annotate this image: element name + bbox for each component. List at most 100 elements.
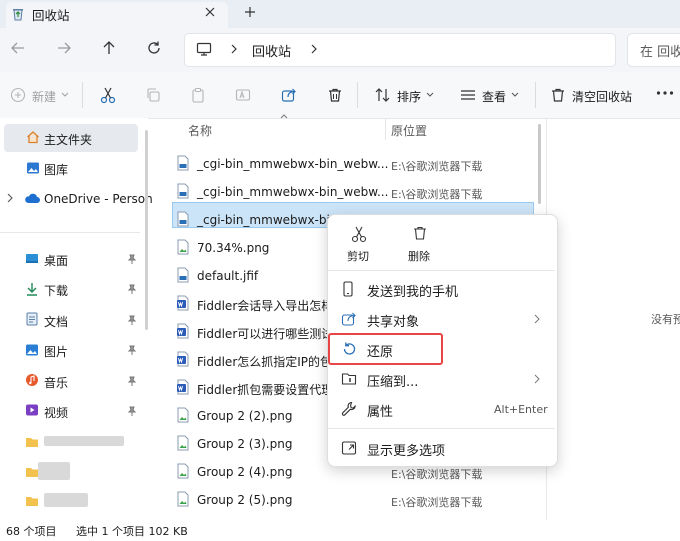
word-file-icon [176,323,190,339]
file-name[interactable]: _cgi-bin_mmwebwx-bin_webw... [197,157,388,171]
divider [0,232,140,233]
pin-icon[interactable] [127,376,137,386]
file-icon [176,183,190,199]
file-location: E:\谷歌浏览器下载 [391,468,483,481]
divider [328,270,555,271]
new-tab-icon[interactable] [243,5,257,19]
home-icon [26,130,40,144]
sidebar-item-downloads[interactable]: 下载 [44,282,68,299]
pin-icon[interactable] [127,315,137,325]
address-segment[interactable]: 回收站 [252,41,291,60]
compress-item[interactable]: 压缩到... [367,371,418,390]
column-header-location[interactable]: 原位置 [391,122,427,139]
paste-icon[interactable] [190,87,206,103]
file-name[interactable]: Group 2 (2).png [197,409,292,423]
search-placeholder: 在 回收 [640,45,680,60]
properties-item[interactable]: 属性 [367,401,393,420]
chevron-right-icon [533,314,541,324]
more-icon[interactable] [656,90,674,96]
refresh-icon[interactable] [146,40,162,56]
sort-up-icon [280,114,288,119]
share-icon[interactable] [281,87,297,103]
folder-icon [25,495,39,507]
file-name[interactable]: Group 2 (5).png [197,493,292,507]
sidebar-item-documents[interactable]: 文档 [44,313,68,330]
file-name[interactable]: 70.34%.png [197,241,269,255]
share-item[interactable]: 共享对象 [367,311,419,330]
delete-button[interactable]: 删除 [408,248,430,264]
selection-info: 选中 1 个项目 102 KB [76,525,188,538]
copy-icon[interactable] [145,87,161,103]
empty-bin-icon[interactable] [550,87,566,103]
delete-icon[interactable] [327,87,343,103]
sidebar-item-music[interactable]: 音乐 [44,374,68,391]
divider [535,82,536,108]
image-file-icon [176,239,190,255]
file-icon [176,211,190,227]
sidebar-item-desktop[interactable]: 桌面 [44,252,68,269]
music-icon [25,373,39,387]
compress-icon [341,371,357,387]
sidebar-item-gallery[interactable]: 图库 [44,161,68,178]
file-name[interactable]: Fiddler抓包需要设置代理吗 [197,381,345,398]
sidebar-item-onedrive[interactable]: OneDrive - Person [44,192,153,206]
documents-icon [25,312,39,326]
column-header-name[interactable]: 名称 [188,122,212,139]
back-icon[interactable] [10,40,26,56]
file-location: E:\谷歌浏览器下载 [391,160,483,173]
show-more-options-item[interactable]: 显示更多选项 [367,440,445,459]
pin-icon[interactable] [127,284,137,294]
view-icon[interactable] [460,87,476,103]
recycle-bin-icon [10,6,26,22]
new-button[interactable]: 新建 [32,88,56,105]
folder-icon [25,466,39,478]
chevron-right-icon[interactable] [6,193,14,203]
file-name[interactable]: Group 2 (3).png [197,437,292,451]
sidebar-item-pictures[interactable]: 图片 [44,343,68,360]
cut-icon[interactable] [350,225,368,243]
chevron-right-icon[interactable] [309,43,319,55]
file-name[interactable]: Fiddler怎么抓指定IP的包 [197,353,332,370]
new-plus-icon[interactable] [10,87,26,103]
rename-icon[interactable] [235,87,251,103]
image-file-icon [176,463,190,479]
sidebar-scrollbar[interactable] [145,130,148,330]
file-icon [176,267,190,283]
view-button[interactable]: 查看 [482,88,506,105]
download-icon [25,282,39,296]
blurred-folder-name[interactable] [38,462,70,480]
blurred-folder-name[interactable] [44,436,124,446]
file-name[interactable]: default.jfif [197,269,258,283]
onedrive-cloud-icon [24,192,40,204]
videos-icon [25,403,39,417]
chevron-down-icon [61,92,69,98]
chevron-right-icon[interactable] [229,43,239,55]
up-icon[interactable] [101,40,117,56]
file-name[interactable]: _cgi-bin_mmwebwx-bin_webw... [197,185,388,199]
tab-title: 回收站 [32,8,70,23]
cut-icon[interactable] [99,86,117,104]
item-count: 68 个项目 [6,525,57,538]
close-tab-icon[interactable] [203,5,217,19]
sidebar-item-videos[interactable]: 视频 [44,404,68,421]
more-options-icon [341,440,357,456]
send-to-phone-item[interactable]: 发送到我的手机 [367,281,458,300]
address-bar[interactable] [184,33,616,67]
empty-bin-button[interactable]: 清空回收站 [572,88,632,105]
sort-icon[interactable] [374,87,392,103]
forward-icon[interactable] [56,40,72,56]
list-scrollbar[interactable] [538,124,541,204]
sidebar-item-label: 主文件夹 [44,133,93,147]
sort-button[interactable]: 排序 [397,88,421,105]
image-file-icon [176,407,190,423]
gallery-icon [26,161,40,175]
file-name[interactable]: Fiddler可以进行哪些测试 [197,325,333,342]
pin-icon[interactable] [127,254,137,264]
pin-icon[interactable] [127,345,137,355]
pin-icon[interactable] [127,406,137,416]
delete-icon[interactable] [412,225,428,241]
cut-button[interactable]: 剪切 [347,248,369,264]
file-name[interactable]: Group 2 (4).png [197,465,292,479]
file-name[interactable]: Fiddler会话导入导出怎样创 [197,297,345,314]
blurred-folder-name[interactable] [44,493,88,507]
